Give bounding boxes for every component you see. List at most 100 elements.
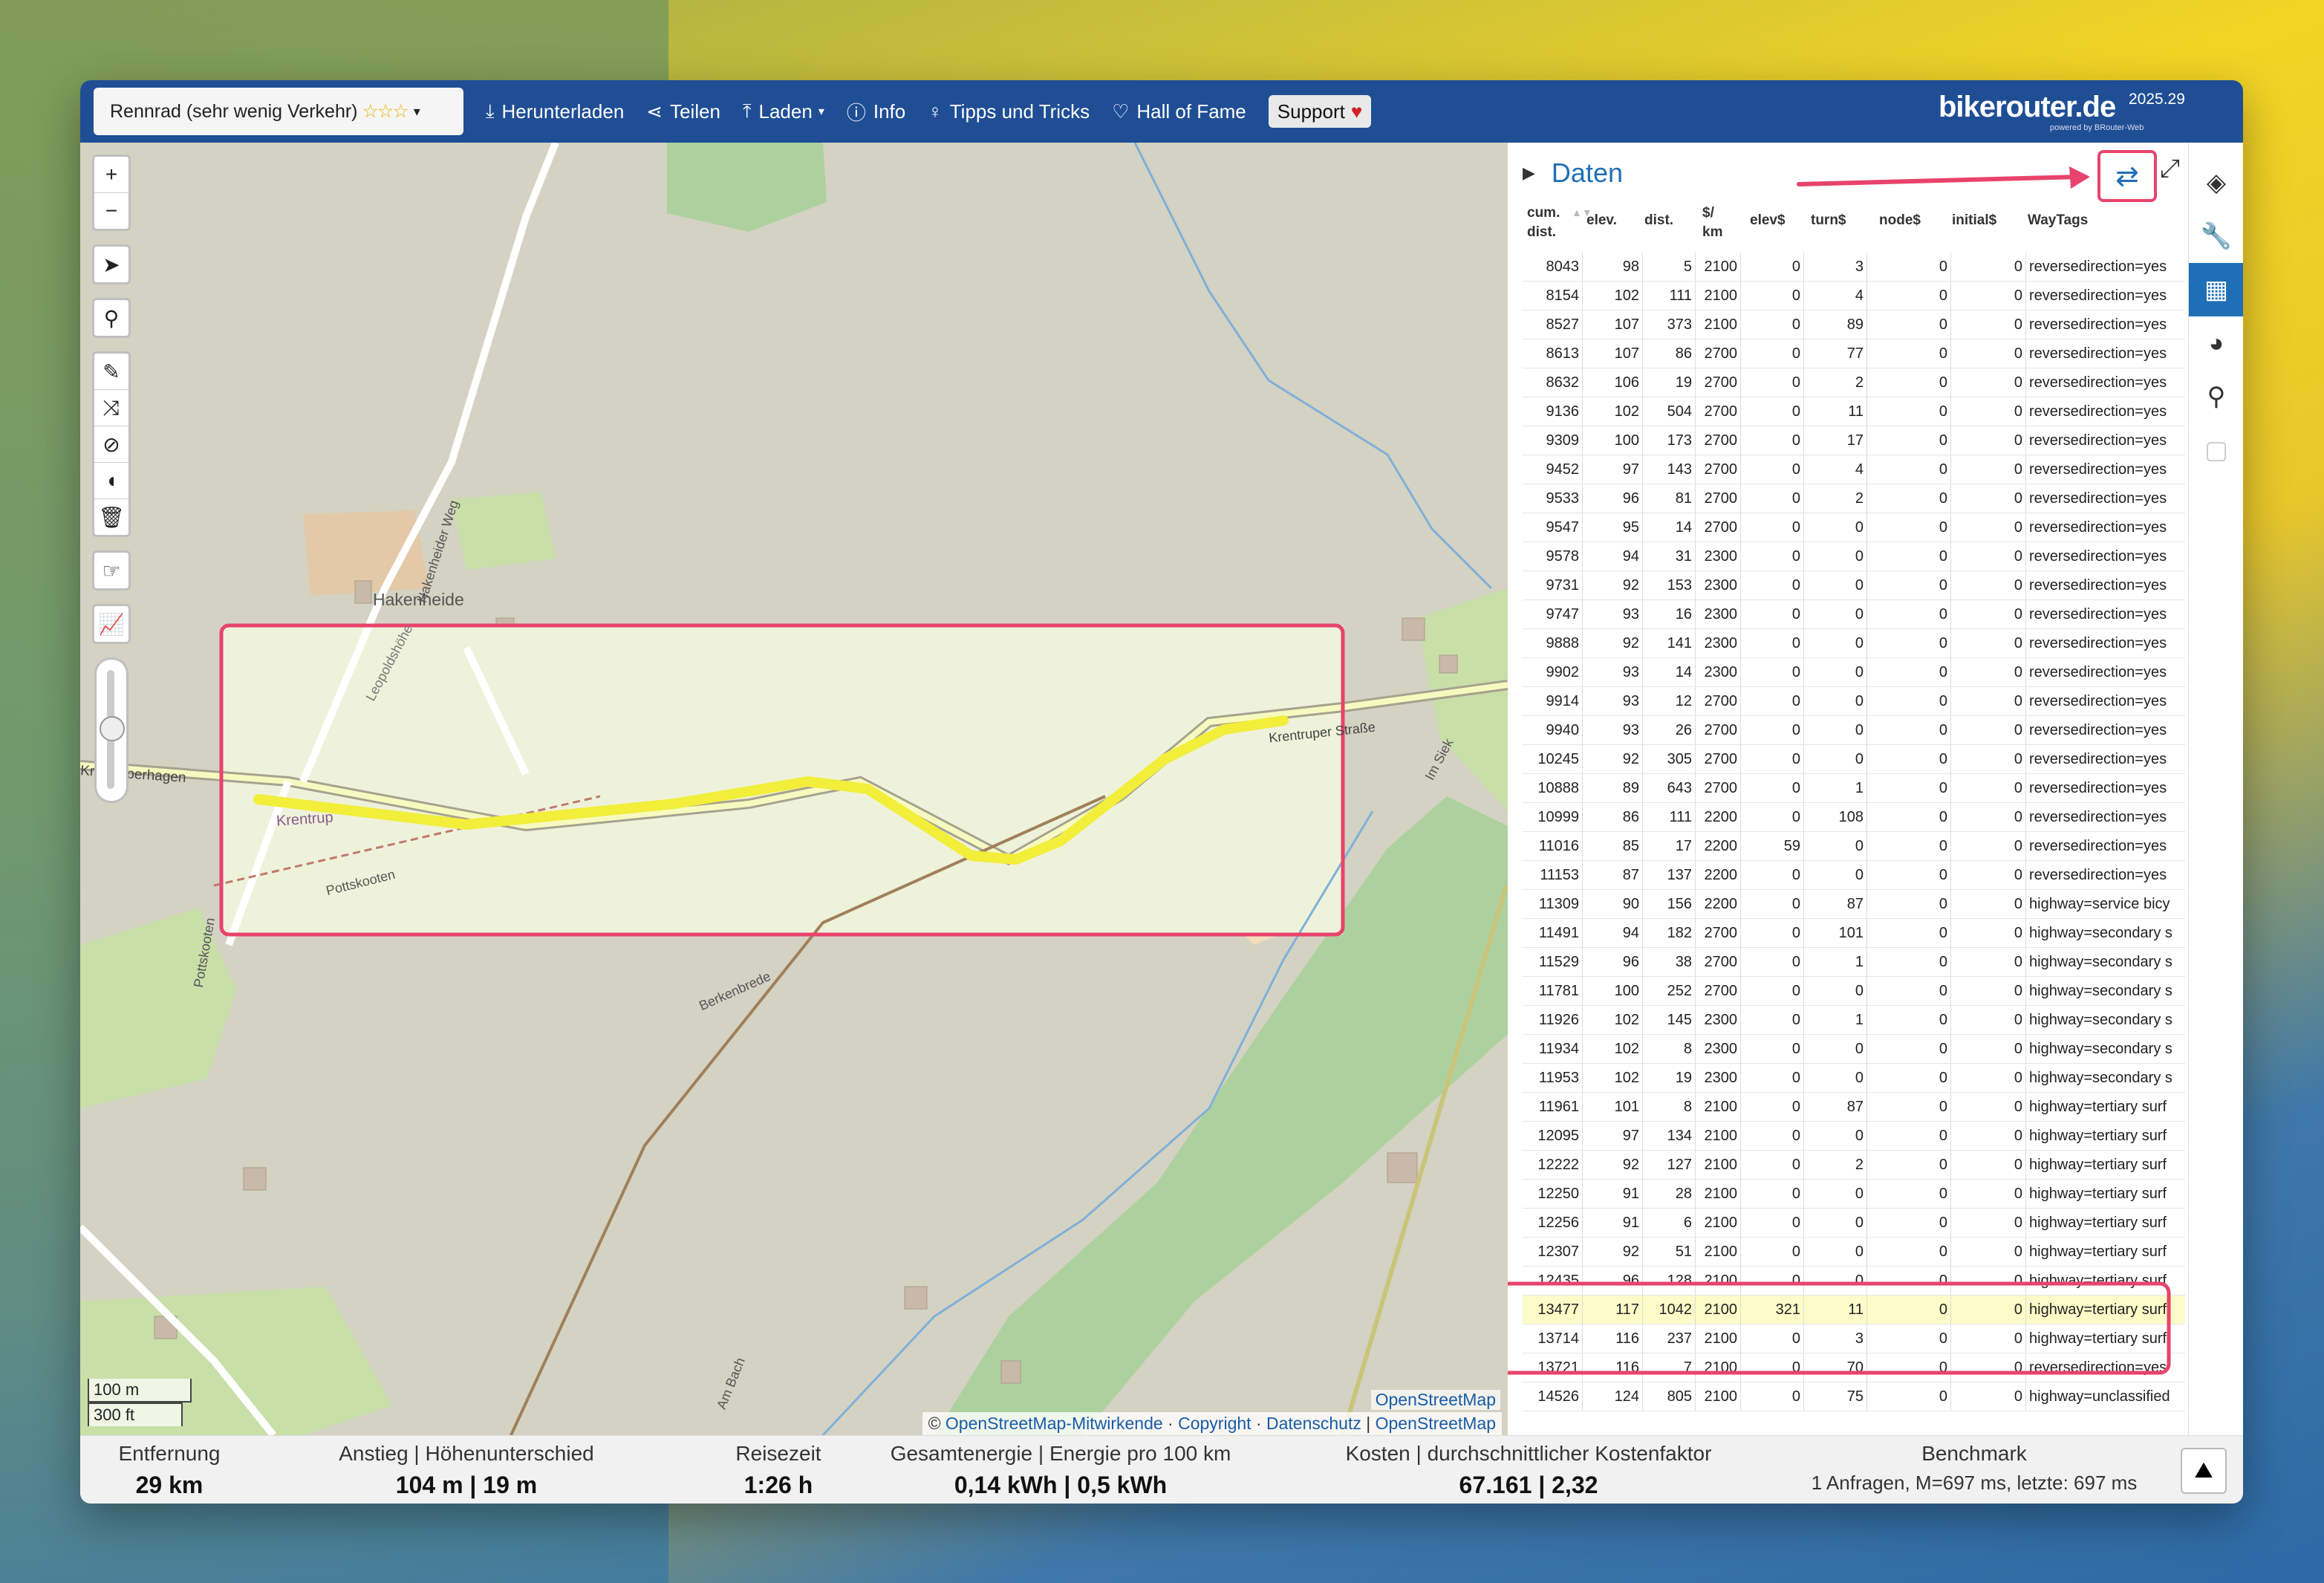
brand-logo[interactable]: bikerouter.de 2025.29 powered by BRouter… xyxy=(1939,91,2206,135)
table-row[interactable]: 11529 96 38 2700 0 1 0 0 highway=secondary s xyxy=(1523,947,2185,977)
table-row[interactable]: 9547 95 14 2700 0 0 0 0 reversedirection=yes xyxy=(1523,513,2185,542)
table-row[interactable]: 13714 116 237 2100 0 3 0 0 highway=tertiary surf xyxy=(1523,1324,2185,1353)
table-row[interactable]: 8154 102 111 2100 0 4 0 0 reversedirection=yes xyxy=(1523,281,2185,311)
table-cell: 9533 xyxy=(1523,484,1583,513)
table-cell: highway=tertiary surf xyxy=(2025,1324,2185,1353)
scale-bar: 100 m 300 ft xyxy=(88,1379,192,1426)
shuffle-icon[interactable]: ⤨ xyxy=(94,390,128,426)
stat-label: Benchmark xyxy=(1921,1442,2027,1465)
table-cell: 0 xyxy=(1740,571,1804,600)
attribution-layer-link[interactable]: OpenStreetMap xyxy=(1376,1414,1496,1433)
table-row[interactable]: 9136 102 504 2700 0 11 0 0 reversedirection=yes xyxy=(1523,397,2185,426)
table-row[interactable]: 11781 100 252 2700 0 0 0 0 highway=secondary s xyxy=(1523,976,2185,1006)
marker-icon[interactable]: ◖ xyxy=(94,463,128,499)
locate-icon[interactable]: ➤ xyxy=(94,247,128,282)
attribution-copyright-link[interactable]: Copyright xyxy=(1178,1414,1251,1433)
table-row[interactable]: 13477 117 1042 2100 321 11 0 0 highway=tertiary … xyxy=(1523,1295,2185,1324)
table-cell: 12307 xyxy=(1523,1237,1583,1267)
table-row[interactable]: 9533 96 81 2700 0 2 0 0 reversedirection=yes xyxy=(1523,484,2185,513)
table-row[interactable]: 12222 92 127 2100 0 2 0 0 highway=tertiary surf xyxy=(1523,1150,2185,1180)
elevation-chart-button[interactable]: ⛰ xyxy=(2181,1448,2227,1494)
table-row[interactable]: 8043 98 5 2100 0 3 0 0 reversedirection=yes xyxy=(1523,253,2185,282)
table-row[interactable]: 12256 91 6 2100 0 0 0 0 highway=tertiary surf xyxy=(1523,1208,2185,1238)
table-row[interactable]: 9309 100 173 2700 0 17 0 0 reversedirection=yes xyxy=(1523,426,2185,455)
hand-icon[interactable]: ☞ xyxy=(94,553,128,588)
table-row[interactable]: 9914 93 12 2700 0 0 0 0 reversedirection=yes xyxy=(1523,686,2185,716)
table-row[interactable]: 9578 94 31 2300 0 0 0 0 reversedirection=yes xyxy=(1523,542,2185,571)
table-row[interactable]: 9731 92 153 2300 0 0 0 0 reversedirection=yes xyxy=(1523,571,2185,600)
table-row[interactable]: 8613 107 86 2700 0 77 0 0 reversedirection=yes xyxy=(1523,339,2185,368)
chart-line-icon[interactable]: 📈 xyxy=(94,606,128,642)
attribution-privacy-link[interactable]: Datenschutz xyxy=(1266,1414,1361,1433)
map-view[interactable]: Hakenheide Krentrup Pottskooten Pottskoo… xyxy=(80,143,1508,1435)
table-row[interactable]: 11934 102 8 2300 0 0 0 0 highway=secondary s xyxy=(1523,1034,2185,1064)
table-row[interactable]: 9940 93 26 2700 0 0 0 0 reversedirection=yes xyxy=(1523,715,2185,745)
table-row[interactable]: 10888 89 643 2700 0 1 0 0 reversedirection=yes xyxy=(1523,773,2185,803)
table-row[interactable]: 8527 107 373 2100 0 89 0 0 reversedirection=yes xyxy=(1523,310,2185,339)
table-cell: 2 xyxy=(1803,484,1867,513)
table-cell: 2700 xyxy=(1695,426,1741,455)
table-row[interactable]: 11961 101 8 2100 0 87 0 0 highway=tertiary surf xyxy=(1523,1092,2185,1122)
map-marker-icon[interactable]: ⚲ xyxy=(2189,370,2243,423)
trash-icon[interactable]: 🗑 xyxy=(94,499,128,535)
table-icon[interactable]: ▦ xyxy=(2189,263,2243,316)
table-cell: 106 xyxy=(1582,368,1643,397)
expand-icon[interactable]: ⤢ xyxy=(2160,155,2180,183)
table-row[interactable]: 10999 86 111 2200 0 108 0 0 reversedirection=yes xyxy=(1523,802,2185,832)
stat-label: Gesamtenergie | Energie pro 100 km xyxy=(890,1442,1231,1465)
support-button[interactable]: Support ♥ xyxy=(1268,95,1372,128)
hall-of-fame-button[interactable]: ♡ Hall of Fame xyxy=(1112,100,1246,123)
download-button[interactable]: ⤓ Herunterladen xyxy=(486,100,624,123)
table-cell: 1 xyxy=(1803,1005,1867,1035)
load-button[interactable]: ⤒ Laden ▾ xyxy=(743,100,824,123)
pencil-icon[interactable]: ✎ xyxy=(94,354,128,390)
profile-select[interactable]: Rennrad (sehr wenig Verkehr) ☆☆☆ ▾ xyxy=(94,88,463,135)
table-cell: 0 xyxy=(1866,1121,1951,1151)
table-row[interactable]: 12435 96 128 2100 0 0 0 0 highway=tertiary surf xyxy=(1523,1266,2185,1296)
opacity-slider[interactable] xyxy=(94,657,128,803)
tips-button[interactable]: ♀ Tipps und Tricks xyxy=(928,100,1090,123)
table-row[interactable]: 11309 90 156 2200 0 87 0 0 highway=service bicy xyxy=(1523,889,2185,919)
table-row[interactable]: 9888 92 141 2300 0 0 0 0 reversedirection=yes xyxy=(1523,628,2185,658)
table-row[interactable]: 11926 102 145 2300 0 1 0 0 highway=secondary s xyxy=(1523,1005,2185,1035)
table-cell: 0 xyxy=(1950,1266,2026,1296)
table-row[interactable]: 9902 93 14 2300 0 0 0 0 reversedirection=yes xyxy=(1523,657,2185,687)
table-cell: 9136 xyxy=(1523,397,1583,426)
table-row[interactable]: 11153 87 137 2200 0 0 0 0 reversedirection=yes xyxy=(1523,860,2185,890)
zoom-in-button[interactable]: + xyxy=(94,157,128,193)
tips-label: Tipps und Tricks xyxy=(949,100,1090,123)
pie-chart-icon[interactable]: ◕ xyxy=(2189,316,2243,370)
zoom-out-button[interactable]: − xyxy=(94,193,128,229)
table-row[interactable]: 9747 93 16 2300 0 0 0 0 reversedirection=yes xyxy=(1523,599,2185,629)
table-row[interactable]: 13721 116 7 2100 0 70 0 0 reversedirection=yes xyxy=(1523,1353,2185,1382)
table-row[interactable]: 9452 97 143 2700 0 4 0 0 reversedirection=yes xyxy=(1523,455,2185,484)
table-cell: 0 xyxy=(1950,571,2026,600)
no-go-icon[interactable]: ⊘ xyxy=(94,426,128,463)
table-cell: 1042 xyxy=(1642,1295,1696,1324)
table-cell: reversedirection=yes xyxy=(2025,281,2185,311)
table-cell: 92 xyxy=(1582,1150,1643,1180)
slider-knob[interactable] xyxy=(100,716,125,741)
table-row[interactable]: 12095 97 134 2100 0 0 0 0 highway=tertiary surf xyxy=(1523,1121,2185,1151)
swap-direction-button[interactable]: ⇄ xyxy=(2097,150,2157,202)
info-button[interactable]: ⓘ Info xyxy=(847,98,905,126)
note-icon[interactable]: ▢ xyxy=(2189,423,2243,477)
table-row[interactable]: 12307 92 51 2100 0 0 0 0 highway=tertiary surf xyxy=(1523,1237,2185,1267)
share-button[interactable]: ⋖ Teilen xyxy=(646,100,720,123)
table-row[interactable]: 8632 106 19 2700 0 2 0 0 reversedirection=yes xyxy=(1523,368,2185,397)
table-cell: 2200 xyxy=(1695,889,1741,919)
layers-icon[interactable]: ◈ xyxy=(2189,156,2243,209)
search-icon[interactable]: ⚲ xyxy=(94,300,128,336)
table-row[interactable]: 14526 124 805 2100 0 75 0 0 highway=unclassified xyxy=(1523,1382,2185,1411)
zoom-controls: + − xyxy=(92,155,131,231)
table-row[interactable]: 12250 91 28 2100 0 0 0 0 highway=tertiary surf xyxy=(1523,1179,2185,1209)
table-row[interactable]: 11016 85 17 2200 59 0 0 0 reversedirection=yes xyxy=(1523,831,2185,861)
table-cell: 1 xyxy=(1803,773,1867,803)
table-row[interactable]: 10245 92 305 2700 0 0 0 0 reversedirection=yes xyxy=(1523,744,2185,774)
table-row[interactable]: 11491 94 182 2700 0 101 0 0 highway=secondary s xyxy=(1523,918,2185,948)
table-cell: 0 xyxy=(1866,484,1951,513)
table-cell: 0 xyxy=(1950,1150,2026,1180)
wrench-icon[interactable]: 🔧 xyxy=(2189,209,2243,263)
table-row[interactable]: 11953 102 19 2300 0 0 0 0 highway=secondary s xyxy=(1523,1063,2185,1093)
attribution-osm-link[interactable]: OpenStreetMap-Mitwirkende xyxy=(945,1414,1163,1433)
